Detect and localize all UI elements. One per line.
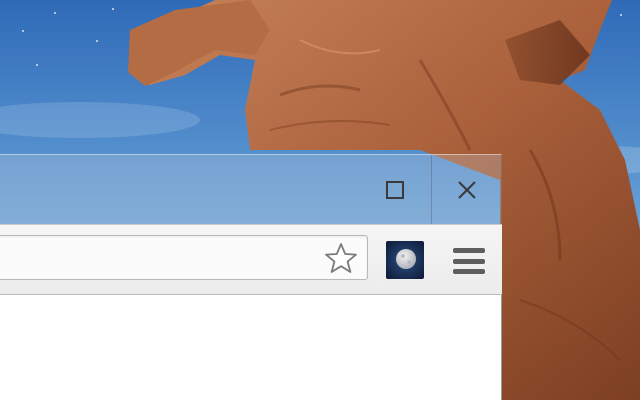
bookmark-star-button[interactable] — [323, 241, 359, 275]
sky-star — [36, 64, 38, 66]
close-icon — [458, 181, 476, 199]
moon-icon — [386, 241, 424, 279]
sky-star — [112, 8, 114, 10]
hamburger-menu-icon — [453, 258, 485, 264]
browser-toolbar — [0, 224, 502, 295]
star-icon — [325, 243, 357, 273]
maximize-icon — [386, 181, 404, 199]
hamburger-menu-icon — [453, 269, 485, 274]
browser-window — [0, 154, 502, 400]
sky-star — [54, 12, 56, 14]
maximize-button[interactable] — [360, 155, 430, 225]
sky-star — [620, 14, 622, 16]
close-button[interactable] — [431, 155, 502, 225]
sky-star — [22, 30, 24, 32]
omnibox[interactable] — [0, 235, 368, 280]
sky-star — [96, 40, 98, 42]
window-titlebar[interactable] — [0, 154, 502, 225]
desktop-screen — [0, 0, 640, 400]
hamburger-menu-icon — [453, 248, 485, 253]
address-input[interactable] — [7, 242, 311, 274]
page-content-area[interactable] — [0, 295, 502, 400]
browser-menu-button[interactable] — [450, 245, 488, 277]
extension-button[interactable] — [386, 241, 424, 279]
